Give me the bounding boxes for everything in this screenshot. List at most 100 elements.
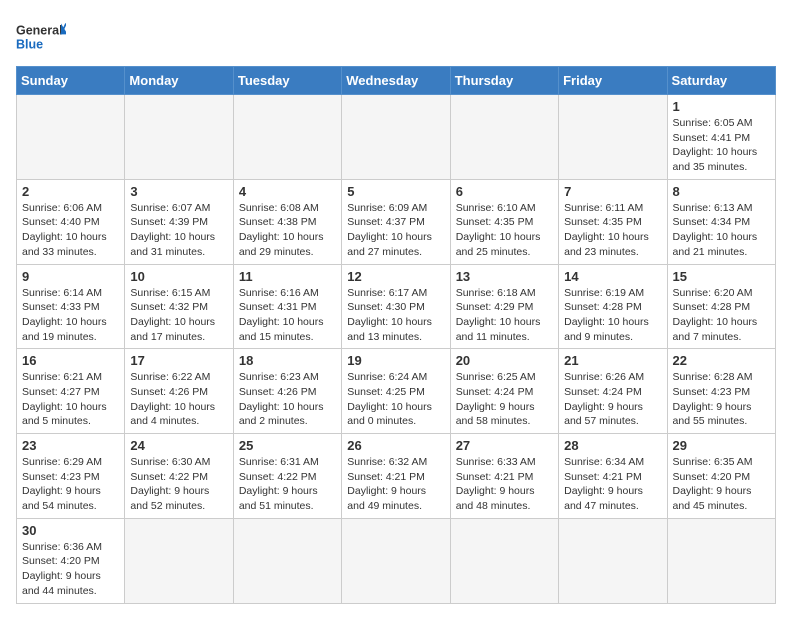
day-info: Sunrise: 6:30 AM Sunset: 4:22 PM Dayligh… bbox=[130, 455, 227, 514]
day-info: Sunrise: 6:36 AM Sunset: 4:20 PM Dayligh… bbox=[22, 540, 119, 599]
weekday-header-saturday: Saturday bbox=[667, 67, 775, 95]
calendar-day-cell: 28 Sunrise: 6:34 AM Sunset: 4:21 PM Dayli… bbox=[559, 434, 667, 519]
svg-text:General: General bbox=[16, 23, 63, 37]
calendar-day-cell: 23 Sunrise: 6:29 AM Sunset: 4:23 PM Dayli… bbox=[17, 434, 125, 519]
day-info: Sunrise: 6:31 AM Sunset: 4:22 PM Dayligh… bbox=[239, 455, 336, 514]
day-info: Sunrise: 6:10 AM Sunset: 4:35 PM Dayligh… bbox=[456, 201, 553, 260]
weekday-header-sunday: Sunday bbox=[17, 67, 125, 95]
page-header: General Blue bbox=[16, 16, 776, 56]
day-info: Sunrise: 6:22 AM Sunset: 4:26 PM Dayligh… bbox=[130, 370, 227, 429]
day-number: 26 bbox=[347, 438, 444, 453]
day-info: Sunrise: 6:20 AM Sunset: 4:28 PM Dayligh… bbox=[673, 286, 770, 345]
calendar-week-row: 30 Sunrise: 6:36 AM Sunset: 4:20 PM Dayli… bbox=[17, 518, 776, 603]
logo: General Blue bbox=[16, 16, 66, 56]
day-info: Sunrise: 6:05 AM Sunset: 4:41 PM Dayligh… bbox=[673, 116, 770, 175]
day-number: 24 bbox=[130, 438, 227, 453]
calendar-day-cell bbox=[233, 95, 341, 180]
day-info: Sunrise: 6:07 AM Sunset: 4:39 PM Dayligh… bbox=[130, 201, 227, 260]
day-number: 29 bbox=[673, 438, 770, 453]
day-number: 21 bbox=[564, 353, 661, 368]
calendar-day-cell: 11 Sunrise: 6:16 AM Sunset: 4:31 PM Dayli… bbox=[233, 264, 341, 349]
day-number: 12 bbox=[347, 269, 444, 284]
calendar-day-cell: 1 Sunrise: 6:05 AM Sunset: 4:41 PM Daylig… bbox=[667, 95, 775, 180]
calendar-day-cell: 7 Sunrise: 6:11 AM Sunset: 4:35 PM Daylig… bbox=[559, 179, 667, 264]
calendar-day-cell: 14 Sunrise: 6:19 AM Sunset: 4:28 PM Dayli… bbox=[559, 264, 667, 349]
day-info: Sunrise: 6:09 AM Sunset: 4:37 PM Dayligh… bbox=[347, 201, 444, 260]
day-number: 25 bbox=[239, 438, 336, 453]
day-number: 23 bbox=[22, 438, 119, 453]
day-number: 15 bbox=[673, 269, 770, 284]
calendar-day-cell: 15 Sunrise: 6:20 AM Sunset: 4:28 PM Dayli… bbox=[667, 264, 775, 349]
calendar-day-cell bbox=[125, 518, 233, 603]
weekday-header-wednesday: Wednesday bbox=[342, 67, 450, 95]
day-info: Sunrise: 6:13 AM Sunset: 4:34 PM Dayligh… bbox=[673, 201, 770, 260]
day-info: Sunrise: 6:35 AM Sunset: 4:20 PM Dayligh… bbox=[673, 455, 770, 514]
day-number: 18 bbox=[239, 353, 336, 368]
calendar-day-cell: 30 Sunrise: 6:36 AM Sunset: 4:20 PM Dayli… bbox=[17, 518, 125, 603]
day-info: Sunrise: 6:32 AM Sunset: 4:21 PM Dayligh… bbox=[347, 455, 444, 514]
calendar-day-cell bbox=[450, 518, 558, 603]
day-info: Sunrise: 6:16 AM Sunset: 4:31 PM Dayligh… bbox=[239, 286, 336, 345]
day-info: Sunrise: 6:34 AM Sunset: 4:21 PM Dayligh… bbox=[564, 455, 661, 514]
day-number: 13 bbox=[456, 269, 553, 284]
day-number: 4 bbox=[239, 184, 336, 199]
calendar-table: SundayMondayTuesdayWednesdayThursdayFrid… bbox=[16, 66, 776, 604]
day-info: Sunrise: 6:08 AM Sunset: 4:38 PM Dayligh… bbox=[239, 201, 336, 260]
day-number: 17 bbox=[130, 353, 227, 368]
day-info: Sunrise: 6:06 AM Sunset: 4:40 PM Dayligh… bbox=[22, 201, 119, 260]
day-number: 3 bbox=[130, 184, 227, 199]
logo-svg: General Blue bbox=[16, 16, 66, 56]
calendar-day-cell bbox=[17, 95, 125, 180]
calendar-day-cell bbox=[559, 518, 667, 603]
svg-text:Blue: Blue bbox=[16, 38, 43, 52]
day-number: 11 bbox=[239, 269, 336, 284]
calendar-day-cell: 22Sunrise: 6:28 AM Sunset: 4:23 PM Dayli… bbox=[667, 349, 775, 434]
weekday-header-tuesday: Tuesday bbox=[233, 67, 341, 95]
calendar-day-cell: 4 Sunrise: 6:08 AM Sunset: 4:38 PM Daylig… bbox=[233, 179, 341, 264]
day-number: 27 bbox=[456, 438, 553, 453]
calendar-day-cell bbox=[559, 95, 667, 180]
day-info: Sunrise: 6:11 AM Sunset: 4:35 PM Dayligh… bbox=[564, 201, 661, 260]
weekday-header-thursday: Thursday bbox=[450, 67, 558, 95]
day-info: Sunrise: 6:19 AM Sunset: 4:28 PM Dayligh… bbox=[564, 286, 661, 345]
day-info: Sunrise: 6:29 AM Sunset: 4:23 PM Dayligh… bbox=[22, 455, 119, 514]
day-number: 1 bbox=[673, 99, 770, 114]
calendar-day-cell: 29 Sunrise: 6:35 AM Sunset: 4:20 PM Dayli… bbox=[667, 434, 775, 519]
day-info: Sunrise: 6:24 AM Sunset: 4:25 PM Dayligh… bbox=[347, 370, 444, 429]
calendar-day-cell: 9Sunrise: 6:14 AM Sunset: 4:33 PM Daylig… bbox=[17, 264, 125, 349]
calendar-day-cell: 6Sunrise: 6:10 AM Sunset: 4:35 PM Daylig… bbox=[450, 179, 558, 264]
day-info: Sunrise: 6:17 AM Sunset: 4:30 PM Dayligh… bbox=[347, 286, 444, 345]
calendar-day-cell: 19 Sunrise: 6:24 AM Sunset: 4:25 PM Dayli… bbox=[342, 349, 450, 434]
calendar-day-cell: 24 Sunrise: 6:30 AM Sunset: 4:22 PM Dayli… bbox=[125, 434, 233, 519]
day-number: 2 bbox=[22, 184, 119, 199]
day-number: 14 bbox=[564, 269, 661, 284]
calendar-week-row: 9Sunrise: 6:14 AM Sunset: 4:33 PM Daylig… bbox=[17, 264, 776, 349]
day-info: Sunrise: 6:23 AM Sunset: 4:26 PM Dayligh… bbox=[239, 370, 336, 429]
calendar-week-row: 23 Sunrise: 6:29 AM Sunset: 4:23 PM Dayli… bbox=[17, 434, 776, 519]
day-number: 16 bbox=[22, 353, 119, 368]
calendar-day-cell: 25 Sunrise: 6:31 AM Sunset: 4:22 PM Dayli… bbox=[233, 434, 341, 519]
day-info: Sunrise: 6:28 AM Sunset: 4:23 PM Dayligh… bbox=[673, 370, 770, 429]
calendar-day-cell: 12 Sunrise: 6:17 AM Sunset: 4:30 PM Dayli… bbox=[342, 264, 450, 349]
day-info: Sunrise: 6:26 AM Sunset: 4:24 PM Dayligh… bbox=[564, 370, 661, 429]
day-number: 7 bbox=[564, 184, 661, 199]
calendar-day-cell: 13Sunrise: 6:18 AM Sunset: 4:29 PM Dayli… bbox=[450, 264, 558, 349]
day-info: Sunrise: 6:21 AM Sunset: 4:27 PM Dayligh… bbox=[22, 370, 119, 429]
calendar-day-cell: 21 Sunrise: 6:26 AM Sunset: 4:24 PM Dayli… bbox=[559, 349, 667, 434]
day-number: 20 bbox=[456, 353, 553, 368]
day-number: 30 bbox=[22, 523, 119, 538]
calendar-day-cell: 5 Sunrise: 6:09 AM Sunset: 4:37 PM Daylig… bbox=[342, 179, 450, 264]
day-number: 10 bbox=[130, 269, 227, 284]
day-info: Sunrise: 6:33 AM Sunset: 4:21 PM Dayligh… bbox=[456, 455, 553, 514]
day-number: 28 bbox=[564, 438, 661, 453]
calendar-week-row: 16 Sunrise: 6:21 AM Sunset: 4:27 PM Dayli… bbox=[17, 349, 776, 434]
day-number: 19 bbox=[347, 353, 444, 368]
calendar-day-cell: 10Sunrise: 6:15 AM Sunset: 4:32 PM Dayli… bbox=[125, 264, 233, 349]
day-number: 5 bbox=[347, 184, 444, 199]
calendar-day-cell bbox=[342, 518, 450, 603]
calendar-day-cell bbox=[667, 518, 775, 603]
calendar-day-cell bbox=[233, 518, 341, 603]
calendar-day-cell: 3 Sunrise: 6:07 AM Sunset: 4:39 PM Daylig… bbox=[125, 179, 233, 264]
calendar-day-cell: 26 Sunrise: 6:32 AM Sunset: 4:21 PM Dayli… bbox=[342, 434, 450, 519]
day-info: Sunrise: 6:14 AM Sunset: 4:33 PM Dayligh… bbox=[22, 286, 119, 345]
